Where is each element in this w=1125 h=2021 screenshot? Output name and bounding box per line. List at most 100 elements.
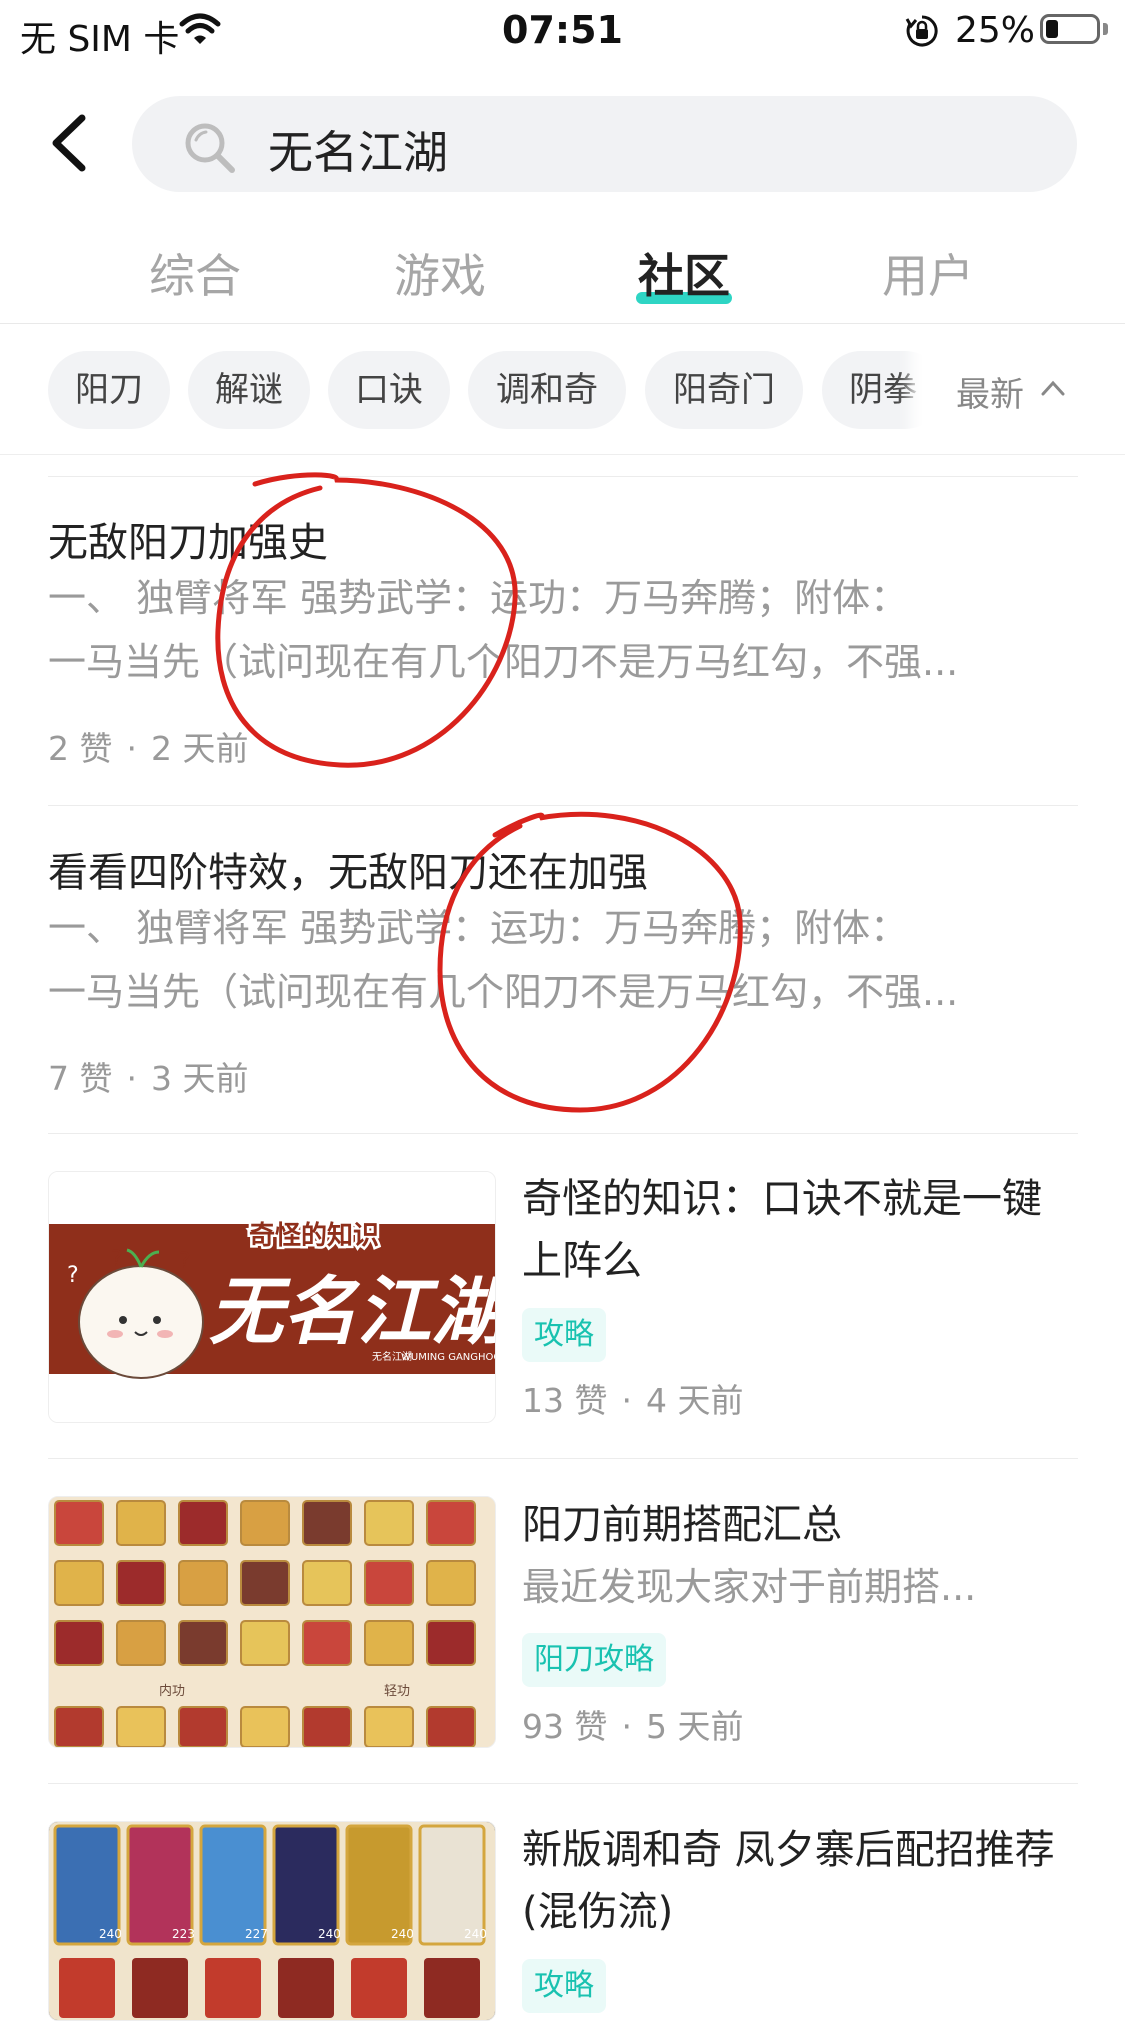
card-grid-image: 240 223 227 240 240 240 — [49, 1822, 495, 2020]
orientation-lock-icon — [905, 15, 938, 47]
banner-small-en: WUMING GANGHOOD — [401, 1352, 496, 1363]
tabs-divider — [0, 323, 1125, 324]
skill-tile — [364, 1560, 414, 1606]
skill-tile — [426, 1620, 476, 1666]
skill-grid-image: 内功 轻功 — [49, 1497, 495, 1747]
tab-community[interactable]: 社区 — [614, 240, 754, 306]
skill-tile — [364, 1620, 414, 1666]
excerpt-line: 一、 独臂将军 强势武学：运功：万马奔腾；附体： — [48, 576, 909, 620]
skill-tile — [116, 1620, 166, 1666]
post-thumbnail: 内功 轻功 — [48, 1496, 496, 1748]
post-time: 3 天前 — [151, 1059, 249, 1098]
skill-tile — [178, 1706, 228, 1747]
skill-tile — [302, 1620, 352, 1666]
excerpt-line: 一马当先（试问现在有几个阳刀不是万马红勾，不强... — [48, 970, 959, 1014]
tab-label: 社区 — [638, 249, 730, 303]
chip-tiaoheqi[interactable]: 调和奇 — [468, 351, 626, 429]
skill-tile — [178, 1560, 228, 1606]
post-meta: 7 赞 · 3 天前 — [48, 1059, 249, 1098]
post-meta: 2 赞 · 2 天前 — [48, 729, 249, 768]
skill-tile — [240, 1500, 290, 1546]
grid-section-label: 内功 — [159, 1683, 185, 1699]
skill-tile — [240, 1706, 290, 1747]
tab-label: 游戏 — [394, 249, 486, 303]
skill-tile — [116, 1560, 166, 1606]
tab-label: 用户 — [882, 249, 974, 303]
skill-tile — [54, 1620, 104, 1666]
post-thumbnail: 奇怪的知识 无名江湖 无名江湖 WUMING GANGHOOD ? ? ? — [48, 1171, 496, 1423]
search-input[interactable]: 无名江湖 — [132, 96, 1077, 192]
banner-top-text: 奇怪的知识 — [249, 1220, 379, 1251]
back-arrow-icon[interactable] — [38, 108, 108, 178]
svg-text:?: ? — [67, 1263, 79, 1288]
battery-percent: 25% — [955, 10, 1036, 51]
skill-tile — [302, 1560, 352, 1606]
tab-users[interactable]: 用户 — [858, 240, 998, 306]
skill-tile — [278, 1958, 334, 2018]
skill-card-value: 227 — [245, 1927, 268, 1941]
skill-card-value: 240 — [99, 1927, 122, 1941]
grid-section-label: 轻功 — [384, 1684, 410, 1699]
row-divider — [48, 1458, 1078, 1459]
skill-tile — [364, 1500, 414, 1546]
row-divider — [48, 805, 1078, 806]
row-divider — [48, 1783, 1078, 1784]
skill-tile — [54, 1500, 104, 1546]
battery-tip — [1103, 23, 1108, 35]
like-count: 7 赞 — [48, 1059, 113, 1098]
search-header: 无名江湖 — [0, 90, 1125, 200]
skill-tile — [54, 1706, 104, 1747]
chevron-up-icon — [1041, 380, 1065, 396]
svg-text:?: ? — [111, 1247, 123, 1272]
chip-yangdao[interactable]: 阳刀 — [48, 351, 170, 429]
post-time: 4 天前 — [645, 1381, 744, 1420]
thumbnail-banner: 奇怪的知识 无名江湖 无名江湖 WUMING GANGHOOD ? ? ? — [49, 1172, 496, 1422]
post-title: 新版调和奇 凤夕寨后配招推荐 (混伤流) — [522, 1827, 1055, 1935]
like-count: 13 赞 — [522, 1381, 608, 1420]
skill-tile — [116, 1500, 166, 1546]
skill-tile — [302, 1500, 352, 1546]
skill-tile — [364, 1706, 414, 1747]
skill-tile — [351, 1958, 407, 2018]
banner-main-text: 无名江湖 — [209, 1269, 496, 1355]
row-divider — [48, 1133, 1078, 1134]
skill-tile — [59, 1958, 115, 2018]
tab-label: 综合 — [149, 249, 241, 303]
skill-card-value: 240 — [318, 1927, 341, 1941]
like-count: 2 赞 — [48, 729, 113, 768]
chip-koujue[interactable]: 口诀 — [328, 351, 450, 429]
excerpt-line: 一马当先（试问现在有几个阳刀不是万马红勾，不强... — [48, 640, 959, 684]
post-time: 2 天前 — [151, 729, 249, 768]
post-title: 无敌阳刀加强史 — [48, 520, 328, 566]
sort-dropdown[interactable]: 最新 — [922, 325, 1125, 455]
skill-card-value: 240 — [391, 1927, 414, 1941]
post-tag[interactable]: 攻略 — [522, 1959, 606, 2013]
post-meta: 13 赞 · 4 天前 — [522, 1381, 744, 1420]
skill-card-value: 240 — [464, 1927, 487, 1941]
post-title: 看看四阶特效，无敌阳刀还在加强 — [48, 850, 648, 896]
skill-tile — [426, 1560, 476, 1606]
svg-text:?: ? — [179, 1249, 191, 1274]
skill-tile — [240, 1560, 290, 1606]
skill-tile — [302, 1706, 352, 1747]
search-query-text: 无名江湖 — [268, 126, 449, 179]
result-tabs: 综合 游戏 社区 用户 — [0, 240, 1125, 324]
skill-tile — [178, 1500, 228, 1546]
tab-general[interactable]: 综合 — [125, 240, 265, 306]
post-tag[interactable]: 攻略 — [522, 1308, 606, 1362]
skill-tile — [426, 1706, 476, 1747]
like-count: 93 赞 — [522, 1707, 608, 1746]
skill-tile — [205, 1958, 261, 2018]
post-subtitle: 最近发现大家对于前期搭... — [522, 1565, 977, 1609]
row-divider — [48, 476, 1078, 477]
tab-games[interactable]: 游戏 — [370, 240, 510, 306]
post-time: 5 天前 — [645, 1707, 744, 1746]
post-excerpt: 一、 独臂将军 强势武学：运功：万马奔腾；附体： 一马当先（试问现在有几个阳刀不… — [48, 896, 1078, 1024]
chip-yangqimen[interactable]: 阳奇门 — [645, 351, 803, 429]
skill-tile — [426, 1500, 476, 1546]
skill-tile — [240, 1620, 290, 1666]
chip-puzzle[interactable]: 解谜 — [188, 351, 310, 429]
skill-tile — [116, 1706, 166, 1747]
status-bar: 无 SIM 卡 07:51 25% — [0, 0, 1125, 62]
post-tag[interactable]: 阳刀攻略 — [522, 1633, 666, 1687]
